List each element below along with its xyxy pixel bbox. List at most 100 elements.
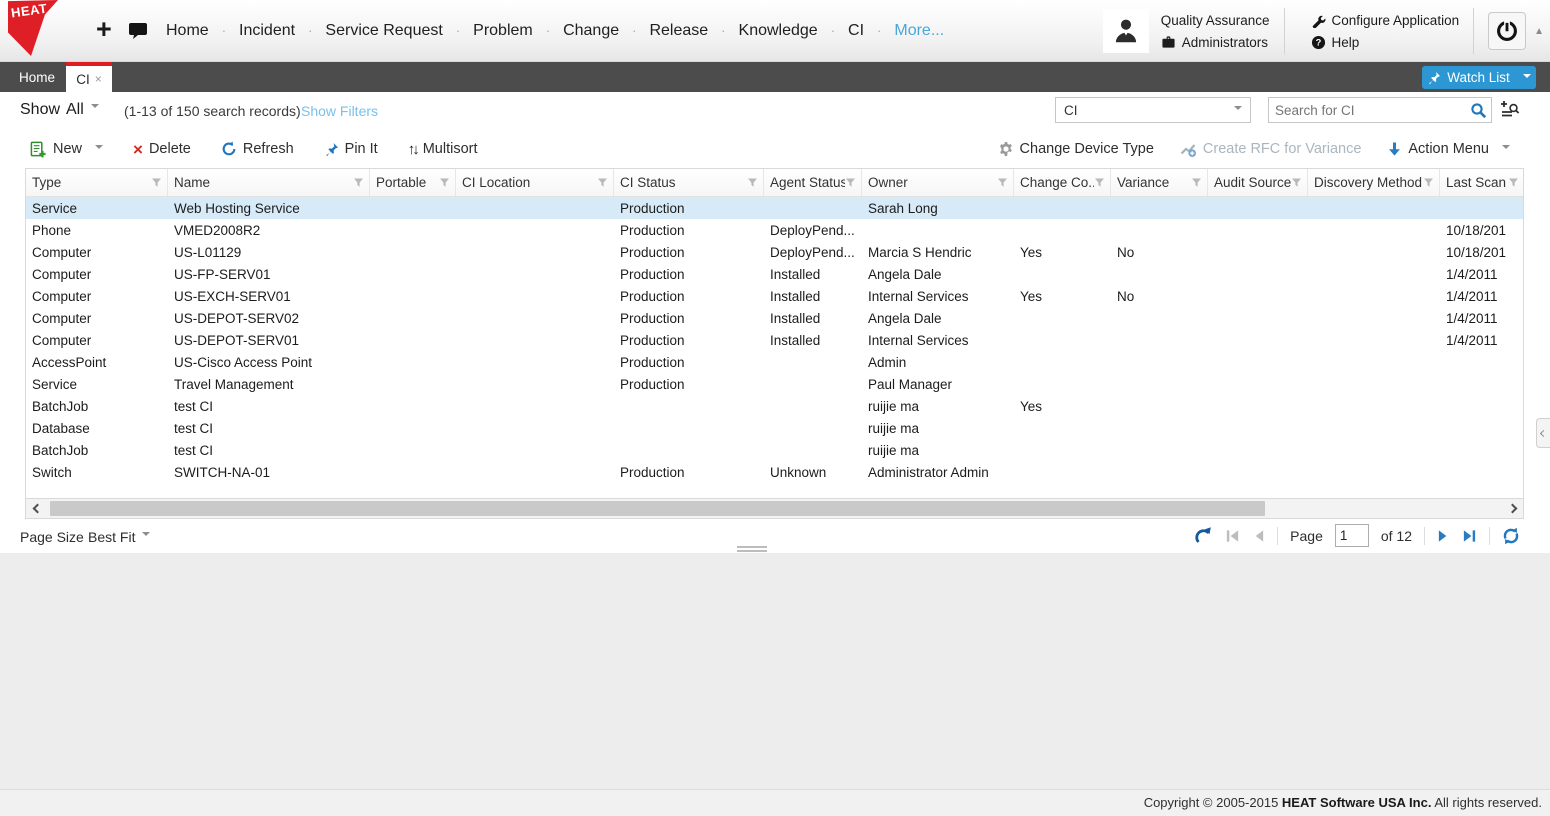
table-row[interactable]: SwitchSWITCH-NA-01ProductionUnknownAdmin… [26, 461, 1523, 483]
nav-item-release[interactable]: Release [649, 22, 738, 40]
briefcase-icon [1161, 35, 1176, 49]
help-link[interactable]: ? Help [1311, 31, 1460, 53]
table-row[interactable]: ServiceWeb Hosting ServiceProductionSara… [26, 197, 1523, 219]
cell-ci_status: Production [614, 311, 764, 326]
column-header-audit_source[interactable]: Audit Source [1208, 169, 1308, 196]
delete-label: Delete [149, 141, 191, 157]
cell-owner: Admin [862, 355, 1014, 370]
show-all-dropdown[interactable]: All [66, 101, 99, 119]
nav-item-service-request[interactable]: Service Request [325, 22, 473, 40]
filter-icon[interactable] [151, 177, 162, 188]
previous-page-button[interactable] [1252, 529, 1265, 543]
column-header-variance[interactable]: Variance [1111, 169, 1208, 196]
cell-name: US-FP-SERV01 [168, 267, 370, 282]
search-input[interactable] [1269, 103, 1465, 118]
filter-icon[interactable] [597, 177, 608, 188]
column-header-agent_status[interactable]: Agent Status [764, 169, 862, 196]
watch-list-button[interactable]: Watch List [1422, 66, 1536, 89]
scroll-right-button[interactable] [1501, 499, 1523, 518]
column-header-ci_location[interactable]: CI Location [456, 169, 614, 196]
page-size-dropdown[interactable]: Best Fit [88, 529, 150, 545]
tab-home[interactable]: Home [8, 62, 66, 92]
cell-type: Switch [26, 465, 168, 480]
filter-icon[interactable] [1291, 177, 1302, 188]
column-header-name[interactable]: Name [168, 169, 370, 196]
cell-agent_status: Installed [764, 311, 862, 326]
avatar[interactable] [1103, 9, 1149, 53]
table-row[interactable]: PhoneVMED2008R2ProductionDeployPend...10… [26, 219, 1523, 241]
new-button[interactable]: New [30, 141, 103, 158]
refresh-button[interactable]: Refresh [221, 141, 294, 157]
filter-icon[interactable] [1191, 177, 1202, 188]
search-icon[interactable] [1465, 102, 1491, 119]
filter-icon[interactable] [439, 177, 450, 188]
table-row[interactable]: ComputerUS-FP-SERV01ProductionInstalledA… [26, 263, 1523, 285]
nav-item-change[interactable]: Change [563, 22, 649, 40]
app-window: HEAT + HomeIncidentService RequestProble… [0, 0, 1550, 816]
column-header-type[interactable]: Type [26, 169, 168, 196]
filter-icon[interactable] [353, 177, 364, 188]
multisort-icon: ↑↓ [408, 141, 417, 158]
cell-name: SWITCH-NA-01 [168, 465, 370, 480]
role-primary[interactable]: Quality Assurance [1161, 9, 1270, 31]
tab-close-icon[interactable]: × [95, 72, 102, 86]
filter-icon[interactable] [1508, 177, 1519, 188]
nav-item-problem[interactable]: Problem [473, 22, 563, 40]
tab-ci[interactable]: CI × [66, 62, 112, 92]
table-row[interactable]: ServiceTravel ManagementProductionPaul M… [26, 373, 1523, 395]
return-to-list-button[interactable] [1194, 526, 1213, 545]
cell-last_scan: 1/4/2011 [1440, 311, 1524, 326]
action-menu-button[interactable]: Action Menu [1387, 141, 1510, 157]
create-rfc-button[interactable]: Create RFC for Variance [1180, 141, 1361, 158]
table-row[interactable]: Databasetest CIruijie ma [26, 417, 1523, 439]
chat-icon[interactable] [128, 22, 148, 45]
nav-item-more[interactable]: More... [894, 22, 944, 40]
search-scope-select[interactable]: CI [1055, 97, 1251, 123]
configure-application-link[interactable]: Configure Application [1311, 9, 1460, 31]
refresh-list-button[interactable] [1502, 527, 1520, 545]
nav-item-incident[interactable]: Incident [239, 22, 325, 40]
page-number-input[interactable] [1335, 524, 1369, 547]
table-row[interactable]: BatchJobtest CIruijie maYes [26, 395, 1523, 417]
panel-collapse-handle[interactable] [1536, 418, 1550, 448]
filter-icon[interactable] [747, 177, 758, 188]
last-page-button[interactable] [1462, 529, 1477, 543]
filter-icon[interactable] [1423, 177, 1434, 188]
logout-power-button[interactable] [1488, 12, 1526, 50]
table-row[interactable]: AccessPointUS-Cisco Access PointProducti… [26, 351, 1523, 373]
nav-item-knowledge[interactable]: Knowledge [739, 22, 849, 40]
new-record-plus-icon[interactable]: + [96, 14, 112, 45]
table-row[interactable]: BatchJobtest CIruijie ma [26, 439, 1523, 461]
nav-item-home[interactable]: Home [166, 22, 239, 40]
column-header-ci_status[interactable]: CI Status [614, 169, 764, 196]
table-row[interactable]: ComputerUS-EXCH-SERV01ProductionInstalle… [26, 285, 1523, 307]
filter-icon[interactable] [1094, 177, 1105, 188]
filter-icon[interactable] [997, 177, 1008, 188]
filter-icon[interactable] [845, 177, 856, 188]
scroll-left-button[interactable] [26, 499, 48, 518]
column-header-portable[interactable]: Portable [370, 169, 456, 196]
horizontal-scrollbar-thumb[interactable] [50, 501, 1265, 516]
new-label: New [53, 141, 82, 157]
collapse-header-icon[interactable]: ▲ [1534, 26, 1544, 37]
delete-button[interactable]: × Delete [133, 141, 191, 158]
multisort-button[interactable]: ↑↓ Multisort [408, 141, 478, 158]
nav-item-ci[interactable]: CI [848, 22, 894, 40]
chevron-down-icon [1502, 145, 1510, 153]
first-page-button[interactable] [1225, 529, 1240, 543]
next-page-button[interactable] [1437, 529, 1450, 543]
cell-type: BatchJob [26, 399, 168, 414]
change-device-type-button[interactable]: Change Device Type [998, 141, 1154, 157]
saved-search-icon[interactable] [1500, 100, 1520, 124]
table-row[interactable]: ComputerUS-DEPOT-SERV01ProductionInstall… [26, 329, 1523, 351]
table-row[interactable]: ComputerUS-DEPOT-SERV02ProductionInstall… [26, 307, 1523, 329]
table-row[interactable]: ComputerUS-L01129ProductionDeployPend...… [26, 241, 1523, 263]
column-header-change_co[interactable]: Change Co.. [1014, 169, 1111, 196]
column-header-discovery_method[interactable]: Discovery Method [1308, 169, 1440, 196]
pin-it-button[interactable]: Pin It [324, 141, 378, 157]
splitter-handle[interactable] [737, 546, 767, 553]
show-filters-link[interactable]: Show Filters [301, 103, 378, 119]
role-secondary[interactable]: Administrators [1161, 31, 1270, 53]
column-header-owner[interactable]: Owner [862, 169, 1014, 196]
column-header-last_scan[interactable]: Last Scan [1440, 169, 1524, 196]
